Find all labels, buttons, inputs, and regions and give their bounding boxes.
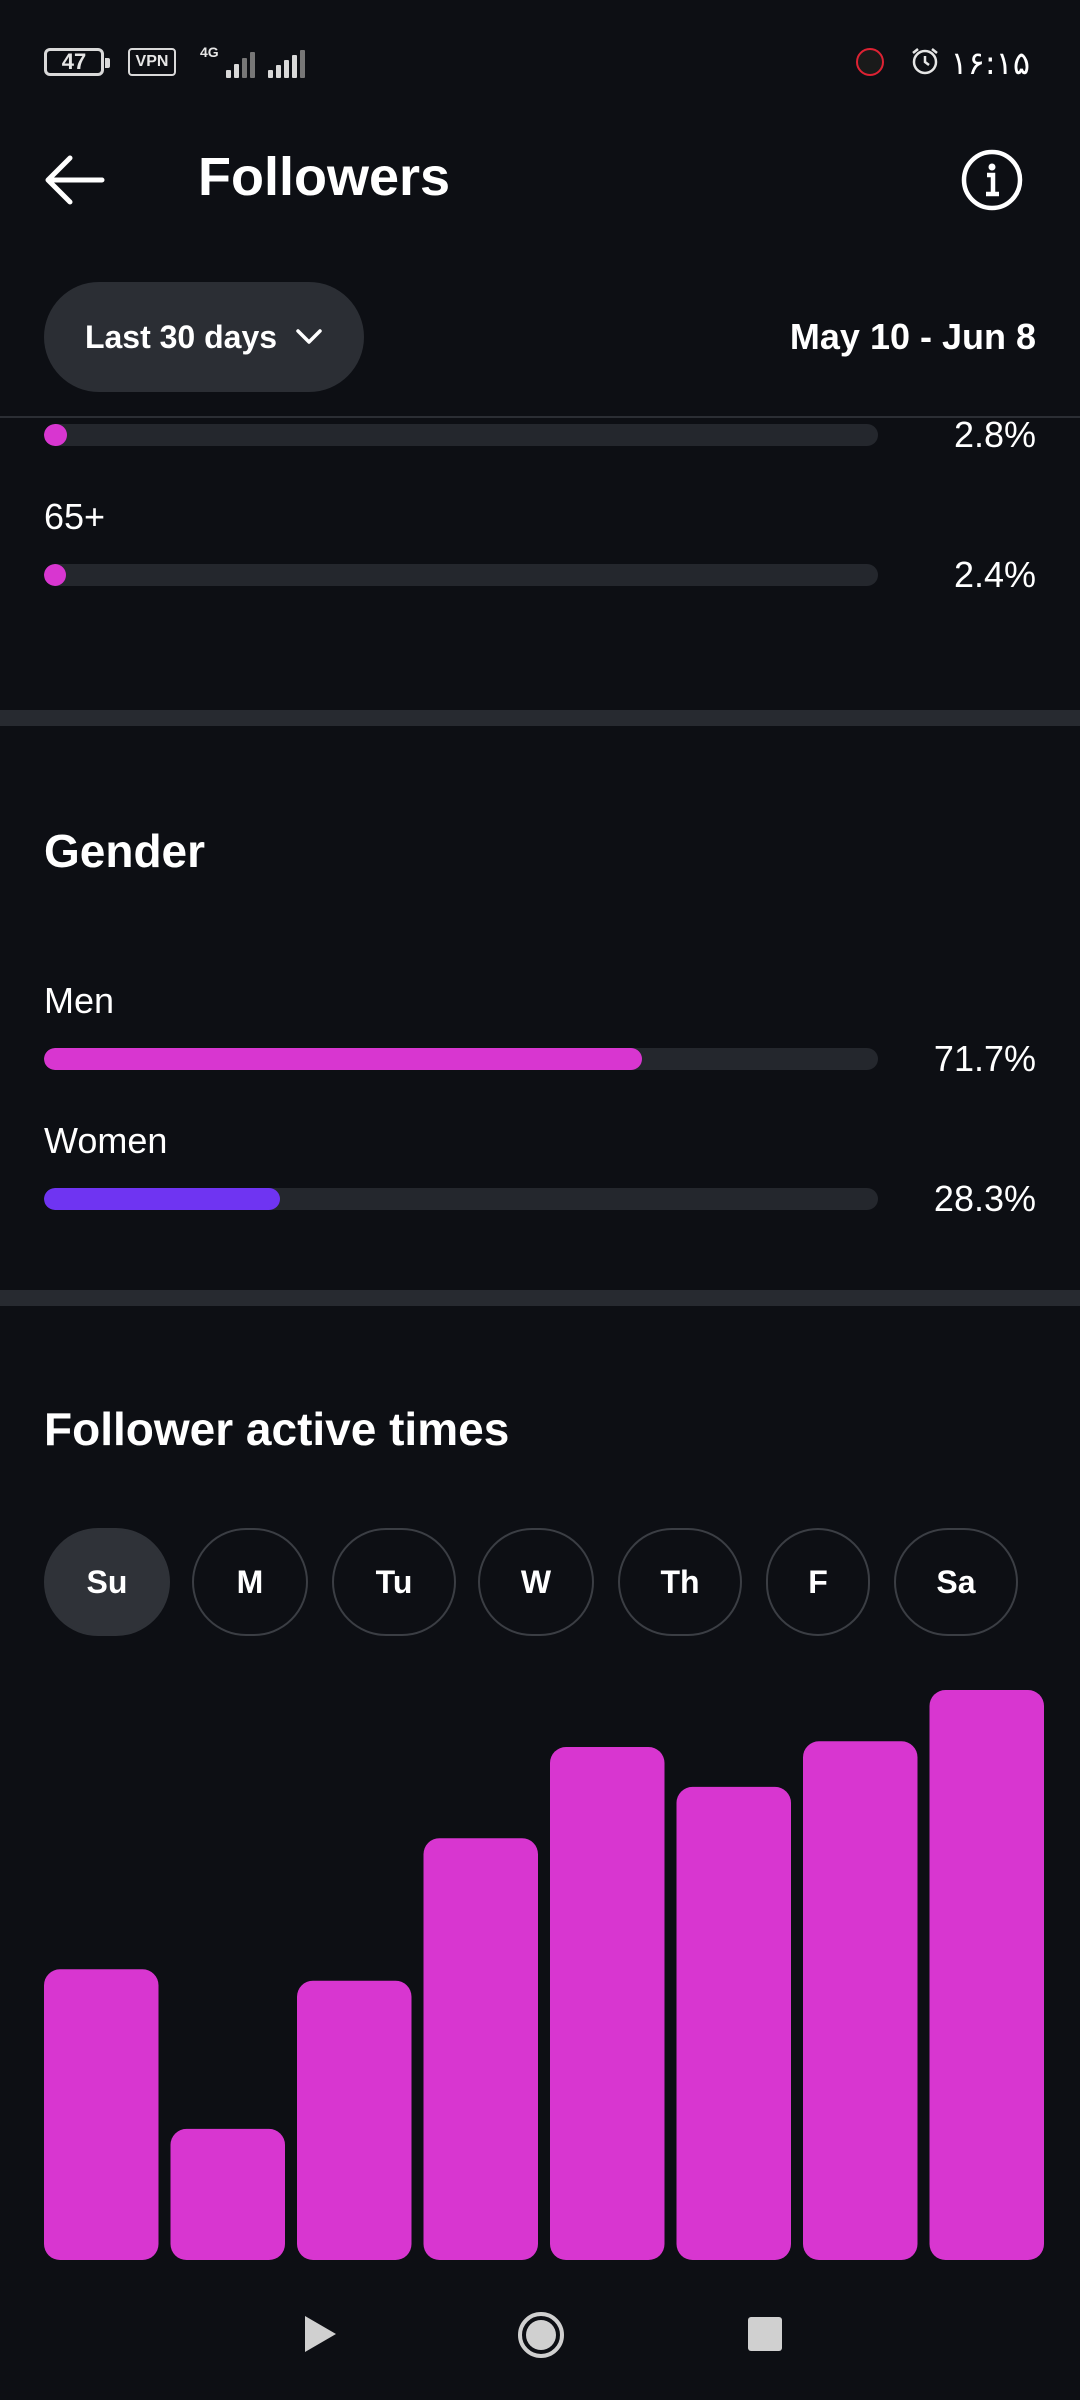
- active-times-chart: [44, 1690, 1044, 2260]
- nav-home-icon[interactable]: [516, 2310, 566, 2360]
- chart-bar: [44, 1969, 159, 2260]
- day-chip-tu[interactable]: Tu: [332, 1528, 456, 1636]
- network-type: 4G: [200, 44, 219, 60]
- date-range-text: May 10 - Jun 8: [789, 316, 1036, 357]
- section-divider: [0, 1290, 1080, 1306]
- age-bar-fill: [44, 424, 68, 446]
- info-icon[interactable]: [960, 148, 1024, 212]
- age-percent: 2.8%: [953, 414, 1036, 455]
- vpn-icon: VPN: [128, 48, 176, 76]
- age-percent: 2.4%: [953, 554, 1036, 595]
- gender-percent-women: 28.3%: [933, 1178, 1036, 1219]
- day-chip-m[interactable]: M: [192, 1528, 308, 1636]
- battery-icon: 47: [44, 48, 110, 76]
- battery-level: 47: [61, 49, 87, 74]
- gender-label-men: Men: [44, 980, 115, 1021]
- section-divider: [0, 710, 1080, 726]
- chart-bar: [170, 2128, 285, 2260]
- signal-icon-1: [226, 48, 256, 78]
- page-title: Followers: [198, 147, 451, 207]
- gender-bar-fill-men: [44, 1048, 642, 1070]
- gender-bar-fill-women: [44, 1188, 281, 1210]
- age-bar-track: [44, 564, 878, 586]
- signal-icon-2: [268, 48, 308, 78]
- gender-bar-track-women: [44, 1188, 878, 1210]
- chart-bar: [297, 1980, 412, 2260]
- date-range-dropdown-label: Last 30 days: [84, 318, 278, 355]
- chart-bar: [803, 1741, 918, 2260]
- alarm-icon: [912, 48, 938, 75]
- nav-back-icon[interactable]: [300, 2312, 340, 2356]
- day-chip-sa[interactable]: Sa: [894, 1528, 1018, 1636]
- chevron-down-icon: [296, 329, 322, 344]
- date-range-dropdown[interactable]: Last 30 days: [44, 282, 364, 392]
- day-chip-w[interactable]: W: [478, 1528, 594, 1636]
- clock: ۱۶:۱۵: [950, 44, 1030, 82]
- day-chip-su[interactable]: Su: [44, 1528, 170, 1636]
- chart-bar: [676, 1786, 791, 2260]
- chart-bar: [550, 1747, 665, 2260]
- gender-label-women: Women: [44, 1120, 168, 1161]
- chart-bar: [929, 1690, 1044, 2260]
- vpn-label: VPN: [135, 53, 169, 70]
- nav-recents-icon[interactable]: [748, 2317, 782, 2351]
- gender-title: Gender: [44, 825, 206, 877]
- header-divider: [0, 416, 1080, 418]
- chart-bar: [423, 1838, 538, 2260]
- age-label: 65+: [44, 496, 106, 537]
- active-times-title: Follower active times: [44, 1403, 510, 1455]
- day-chip-f[interactable]: F: [766, 1528, 870, 1636]
- app-notification-icon: [856, 48, 884, 76]
- age-bar-track: [44, 424, 878, 446]
- day-chip-th[interactable]: Th: [618, 1528, 742, 1636]
- gender-percent-men: 71.7%: [933, 1038, 1036, 1079]
- age-bar-fill: [44, 564, 66, 586]
- status-bar: 47 VPN 4G ۱۶:۱۵: [0, 0, 1080, 120]
- gender-bar-track-men: [44, 1048, 878, 1070]
- back-arrow-icon[interactable]: [40, 150, 110, 210]
